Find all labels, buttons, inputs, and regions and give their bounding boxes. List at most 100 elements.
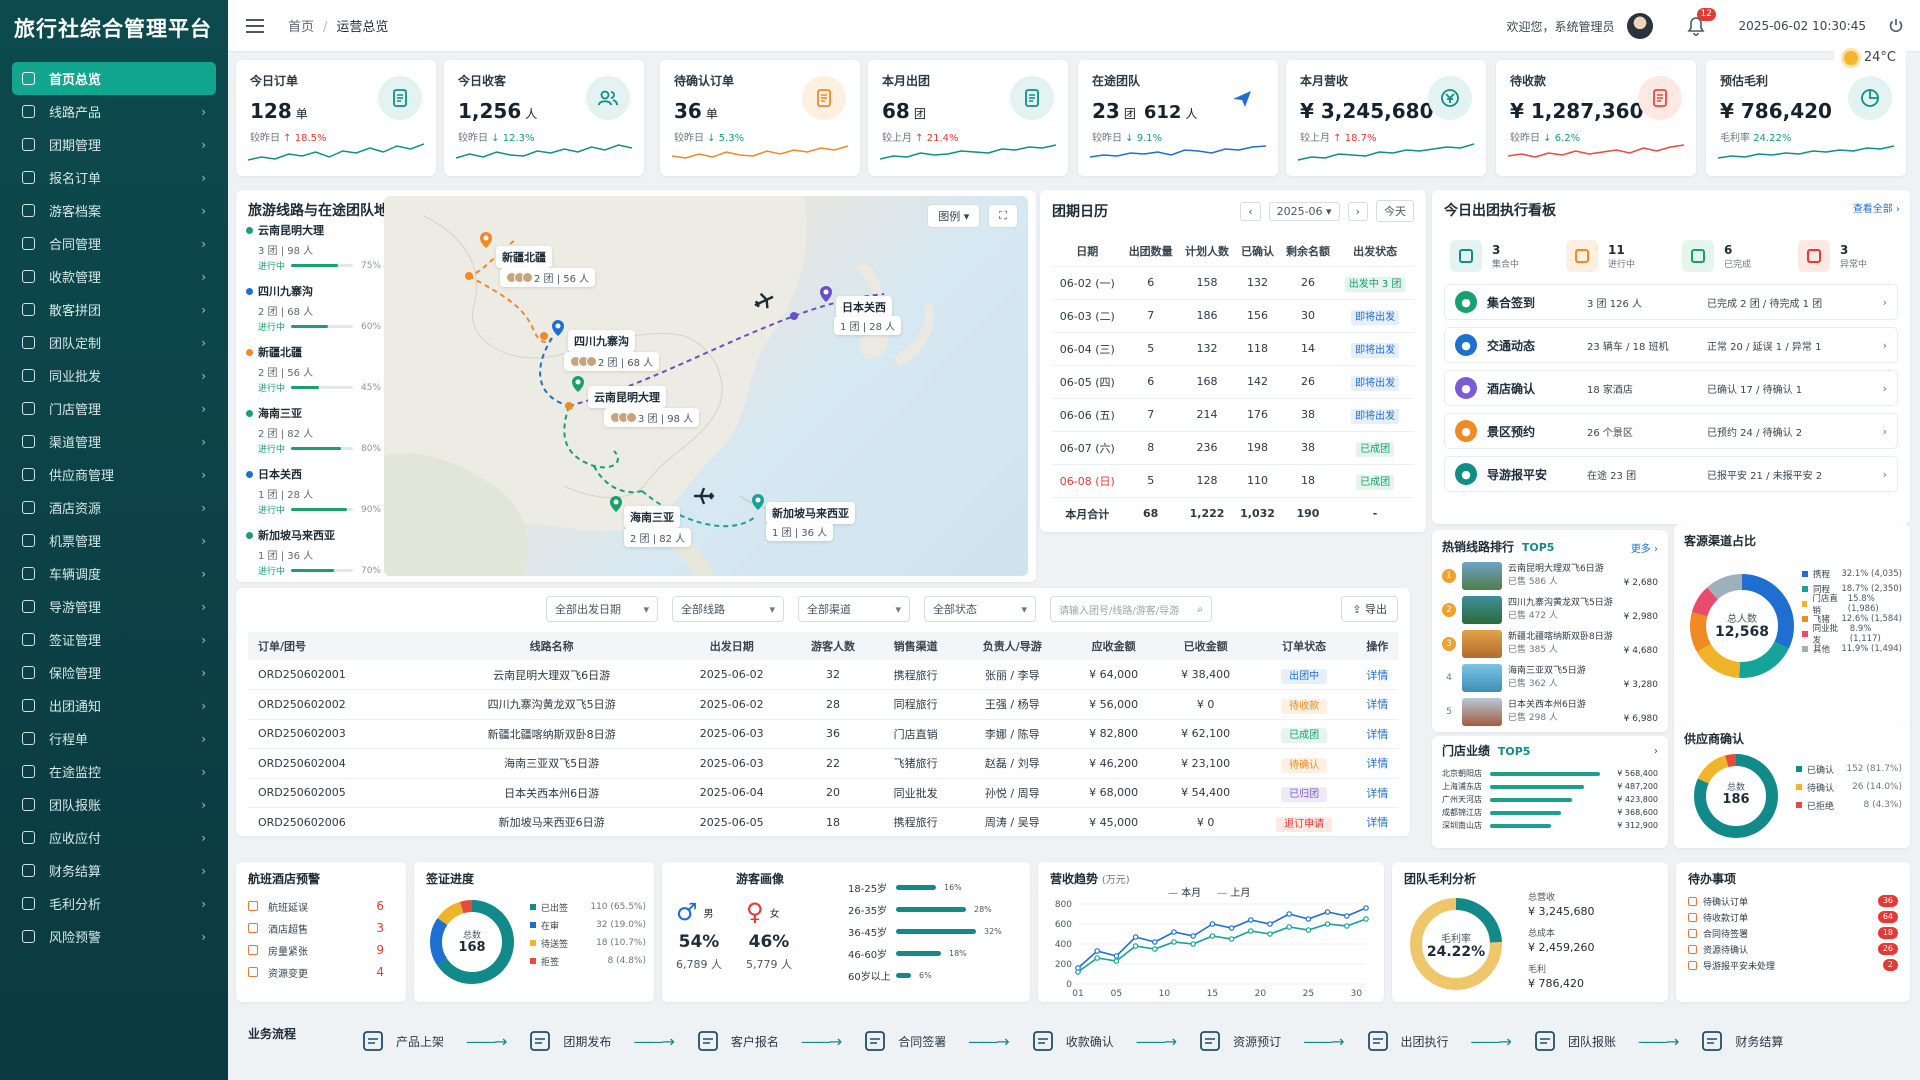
calendar-row[interactable]: 06-08 (日) 5 128 110 18 已成团 — [1052, 463, 1414, 497]
calendar-row[interactable]: 06-05 (四) 6 168 142 26 即将出发 — [1052, 364, 1414, 398]
sidebar-item-13[interactable]: 酒店资源 › — [12, 491, 216, 524]
power-icon[interactable] — [1888, 18, 1904, 34]
sidebar-item-22[interactable]: 团队报账 › — [12, 788, 216, 821]
flow-step[interactable]: 收款确认 — [1030, 1028, 1114, 1054]
pin-label[interactable]: 新加坡马来西亚 — [766, 502, 855, 524]
todo-item[interactable]: 资源待确认 26 — [1688, 941, 1898, 957]
todo-item[interactable]: 合同待签署 18 — [1688, 925, 1898, 941]
fullscreen-icon[interactable]: ⛶ — [988, 204, 1018, 228]
export-button[interactable]: ⇪ 导出 — [1341, 596, 1398, 622]
alert-row[interactable]: 酒店超售 3 — [248, 917, 394, 939]
sidebar-item-23[interactable]: 应收应付 › — [12, 821, 216, 854]
detail-link[interactable]: 详情 — [1366, 757, 1388, 770]
board-row[interactable]: ● 导游报平安 在途 23 团 已报平安 21 / 未报平安 2 › — [1444, 456, 1898, 492]
store-row[interactable]: 上海浦东店 ¥ 487,200 — [1442, 780, 1658, 793]
bell-icon[interactable]: 12 — [1687, 8, 1716, 36]
store-more-icon[interactable]: › — [1654, 746, 1658, 757]
list-item[interactable]: 2 四川九寨沟黄龙双飞5日游 已售 472 人 ¥ 2,980 — [1442, 593, 1658, 627]
table-row[interactable]: ORD250602003 新疆北疆喀纳斯双卧8日游 2025-06-03 36 门店直销… — [248, 719, 1398, 749]
table-row[interactable]: ORD250602001 云南昆明大理双飞6日游 2025-06-02 32 携程旅行张… — [248, 660, 1398, 690]
flow-step[interactable]: 客户报名 — [695, 1028, 779, 1054]
calendar-row[interactable]: 06-07 (六) 8 236 198 38 已成团 — [1052, 430, 1414, 464]
board-summary-item[interactable]: 6 已完成 — [1676, 236, 1782, 276]
legend-dropdown[interactable]: 图例 ▾ — [927, 204, 981, 228]
table-row[interactable]: ORD250602002 四川九寨沟黄龙双飞5日游 2025-06-02 28 同程旅行… — [248, 689, 1398, 720]
list-item[interactable]: 4 海南三亚双飞5日游 已售 362 人 ¥ 3,280 — [1442, 661, 1658, 695]
sidebar-item-21[interactable]: 在途监控 › — [12, 755, 216, 788]
detail-link[interactable]: 详情 — [1366, 669, 1388, 682]
todo-item[interactable]: 待确认订单 36 — [1688, 893, 1898, 909]
sidebar-item-0[interactable]: 首页总览 — [12, 62, 216, 95]
flow-step[interactable]: 财务结算 — [1699, 1028, 1783, 1054]
detail-link[interactable]: 详情 — [1366, 816, 1388, 829]
flow-step[interactable]: 产品上架 — [360, 1028, 444, 1054]
map-route-item[interactable]: 四川九寨沟 2 团 | 68 人进行中 60% — [246, 283, 381, 333]
board-summary-item[interactable]: 3 异常中 — [1792, 236, 1898, 276]
sidebar-item-14[interactable]: 机票管理 › — [12, 524, 216, 557]
pin-label[interactable]: 日本关西 — [836, 296, 892, 318]
today-button[interactable]: 今天 — [1376, 200, 1414, 222]
flow-step[interactable]: 出团执行 — [1365, 1028, 1449, 1054]
todo-item[interactable]: 待收款订单 64 — [1688, 909, 1898, 925]
list-item[interactable]: 1 云南昆明大理双飞6日游 已售 586 人 ¥ 2,680 — [1442, 559, 1658, 593]
next-month-button[interactable]: › — [1347, 201, 1368, 221]
table-row[interactable]: ORD250602004 海南三亚双飞5日游 2025-06-03 22 飞猪旅行 赵磊 … — [248, 748, 1398, 779]
kpi-card[interactable]: 待确认订单 36 单较昨日 ↓ 5.3% — [660, 60, 860, 176]
store-row[interactable]: 广州天河店 ¥ 423,800 — [1442, 793, 1658, 806]
prev-month-button[interactable]: ‹ — [1240, 201, 1261, 221]
kpi-card[interactable]: 本月营收 ¥ 3,245,680 较上月 ↑ 18.7% — [1286, 60, 1486, 176]
sidebar-item-17[interactable]: 签证管理 › — [12, 623, 216, 656]
flow-step[interactable]: 团期发布 — [527, 1028, 611, 1054]
table-row[interactable]: ORD250602005 日本关西本州6日游 2025-06-04 20 同业批发 孙悦 … — [248, 778, 1398, 808]
kpi-card[interactable]: 在途团队 23 团 612 人较昨日 ↓ 9.1% — [1078, 60, 1278, 176]
kpi-card[interactable]: 本月出团 68 团较上月 ↑ 21.4% — [868, 60, 1068, 176]
store-row[interactable]: 成都锦江店 ¥ 368,600 — [1442, 806, 1658, 819]
flow-step[interactable]: 资源预订 — [1197, 1028, 1281, 1054]
kpi-card[interactable]: 今日订单 128 单较昨日 ↑ 18.5% — [236, 60, 436, 176]
sidebar-item-16[interactable]: 导游管理 › — [12, 590, 216, 623]
map-route-item[interactable]: 海南三亚 2 团 | 82 人进行中 80% — [246, 405, 381, 455]
sidebar-item-8[interactable]: 团队定制 › — [12, 326, 216, 359]
kpi-card[interactable]: 预估毛利 ¥ 786,420 毛利率 24.22% — [1706, 60, 1906, 176]
avatar[interactable] — [1626, 13, 1653, 39]
pin-label[interactable]: 云南昆明大理 — [588, 386, 666, 408]
menu-toggle-icon[interactable] — [246, 18, 264, 33]
sidebar-item-11[interactable]: 渠道管理 › — [12, 425, 216, 458]
search-input[interactable]: 请输入团号/线路/游客/导游 ⌕ — [1050, 596, 1212, 622]
sidebar-item-6[interactable]: 收款管理 › — [12, 260, 216, 293]
board-summary-item[interactable]: 3 集合中 — [1444, 236, 1550, 276]
filter-select[interactable]: 全部渠道 — [798, 596, 910, 622]
orders-cell[interactable]: ORD250602004 — [248, 748, 432, 779]
detail-link[interactable]: 详情 — [1366, 787, 1388, 800]
calendar-row[interactable]: 06-06 (五) 7 214 176 38 即将出发 — [1052, 397, 1414, 431]
pin-label[interactable]: 海南三亚 — [624, 506, 680, 528]
sidebar-item-18[interactable]: 保险管理 › — [12, 656, 216, 689]
sidebar-item-19[interactable]: 出团通知 › — [12, 689, 216, 722]
filter-select[interactable]: 全部出发日期 — [546, 596, 658, 622]
orders-cell[interactable]: ORD250602006 — [248, 807, 432, 838]
board-summary-item[interactable]: 11 进行中 — [1560, 236, 1666, 276]
alert-row[interactable]: 资源变更 4 — [248, 961, 394, 983]
detail-link[interactable]: 详情 — [1366, 698, 1388, 711]
route-map[interactable]: 新疆北疆 2 团 | 56 人 四川九寨沟 2 团 | 68 人 云南昆明大理 … — [384, 196, 1028, 576]
sidebar-item-25[interactable]: 毛利分析 › — [12, 887, 216, 920]
board-more-link[interactable]: 查看全部 › — [1853, 200, 1900, 215]
map-route-item[interactable]: 日本关西 1 团 | 28 人进行中 90% — [246, 466, 381, 516]
flow-step[interactable]: 团队报账 — [1532, 1028, 1616, 1054]
store-row[interactable]: 深圳南山店 ¥ 312,900 — [1442, 819, 1658, 832]
sidebar-item-20[interactable]: 行程单 › — [12, 722, 216, 755]
month-select[interactable]: 2025-06 ▾ — [1268, 201, 1340, 221]
detail-link[interactable]: 详情 — [1366, 728, 1388, 741]
kpi-card[interactable]: 待收款 ¥ 1,287,360 较昨日 ↓ 6.2% — [1496, 60, 1696, 176]
orders-cell[interactable]: ORD250602005 — [248, 778, 432, 808]
calendar-row[interactable]: 06-04 (三) 5 132 118 14 即将出发 — [1052, 331, 1414, 365]
filter-select[interactable]: 全部线路 — [672, 596, 784, 622]
hot-more-link[interactable]: 更多 › — [1631, 540, 1658, 555]
pin-label[interactable]: 新疆北疆 — [496, 246, 552, 268]
calendar-row[interactable]: 06-03 (二) 7 186 156 30 即将出发 — [1052, 298, 1414, 332]
filter-select[interactable]: 全部状态 — [924, 596, 1036, 622]
orders-cell[interactable]: ORD250602002 — [248, 689, 432, 720]
sidebar-item-24[interactable]: 财务结算 › — [12, 854, 216, 887]
map-route-item[interactable]: 云南昆明大理 3 团 | 98 人进行中 75% — [246, 222, 381, 272]
sidebar-item-5[interactable]: 合同管理 › — [12, 227, 216, 260]
